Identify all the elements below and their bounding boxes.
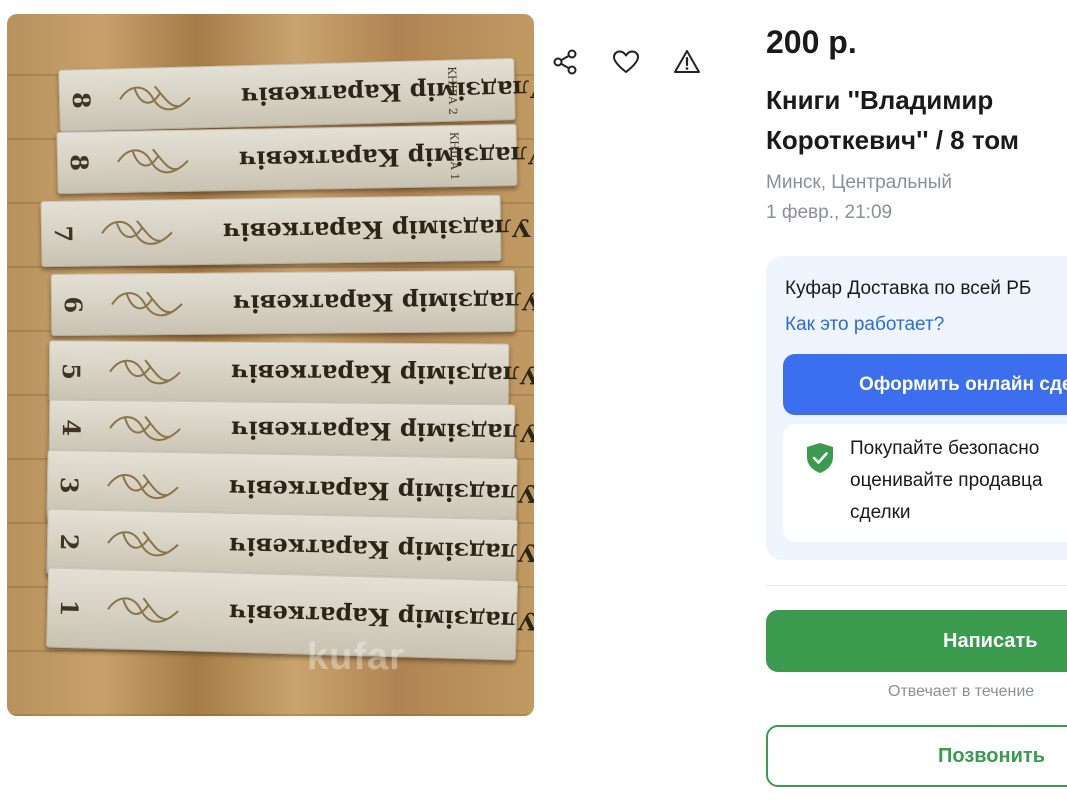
book-volume: КНІГА 2 [445,66,460,116]
listing-title-line1: Книги ''Владимир [766,85,994,115]
book-number: 6 [58,296,88,314]
book-title: Уладзімір Караткевіч [232,286,534,319]
book-spine: 5 Уладзімір Караткевіч [48,340,534,406]
listing-title: Книги ''Владимир Короткевич'' / 8 том [766,80,1067,160]
share-icon [553,49,577,75]
delivery-text: Куфар Доставка по всей РБ [785,278,1032,299]
watermark: kufar [307,636,405,678]
ornament-icon [107,531,179,557]
book-number: 4 [56,419,86,437]
book-title: Уладзімір Караткевіч [240,74,534,112]
delivery-card: Куфар Доставка по всей РБ Как это работа… [766,256,1067,560]
book-title: Уладзімір Караткевіч [230,358,534,390]
book-number: 8 [66,91,97,110]
warning-icon [674,50,700,73]
ornament-icon [111,291,183,317]
book-number: 3 [54,476,85,494]
book-title: Уладзімір Караткевіч [238,140,534,175]
how-it-works-link[interactable]: Как это работает? [785,314,944,336]
ornament-icon [107,597,179,623]
safe-deal-card: Покупайте безопасно оценивайте продавца … [783,424,1067,542]
safe-deal-line1: Покупайте безопасно [850,438,1040,459]
book-number: 5 [56,363,86,381]
book-title: Уладзімір Караткевіч [222,213,532,247]
book-number: 2 [54,533,85,551]
ornament-icon [109,359,181,385]
safe-deal-line3: сделки [850,502,911,523]
listing-title-line2: Короткевич'' / 8 том [766,125,1020,155]
listing-photo[interactable]: 8 Уладзімір Караткевіч КНІГА 2 8 Уладзім… [7,14,534,716]
report-button[interactable] [661,36,713,88]
listing-date: 1 февр., 21:09 [766,202,893,223]
ornament-icon [101,220,173,245]
share-button[interactable] [539,36,591,88]
book-spine: 8 Уладзімір Караткевіч КНІГА 2 [58,58,534,132]
heart-icon [613,50,639,73]
ornament-icon [109,415,181,441]
book-title: Уладзімір Караткевіч [230,415,534,448]
book-number: 1 [54,599,85,617]
order-online-button[interactable]: Оформить онлайн сделку [783,354,1067,415]
safe-deal-line2: оценивайте продавца [850,470,1043,491]
book-title: Уладзімір Караткевіч [228,531,534,568]
book-spine: 1 Уладзімір Караткевіч [45,567,534,661]
reply-time-note: Отвечает в течение [888,683,1035,700]
book-title: Уладзімір Караткевіч [228,598,534,637]
book-spine: 8 Уладзімір Караткевіч КНІГА 1 [56,123,534,195]
shield-icon [807,443,833,473]
ornament-icon [119,85,191,111]
call-button[interactable]: Позвонить [766,725,1067,787]
write-message-button[interactable]: Написать [766,610,1067,672]
book-spine: 7 Уладзімір Караткевіч [40,194,531,268]
listing-info-panel: 200 р. Книги ''Владимир Короткевич'' / 8… [766,0,1067,800]
favorite-button[interactable] [600,36,652,88]
book-number: 8 [64,154,95,172]
ornament-icon [117,148,189,174]
book-volume: КНІГА 1 [447,131,462,181]
book-title: Уладзімір Караткевіч [228,474,534,509]
divider [766,585,1067,586]
ornament-icon [107,473,179,500]
book-number: 7 [48,225,78,243]
location: Минск, Центральный [766,172,953,193]
book-spine: 6 Уладзімір Караткевіч [50,269,534,337]
price: 200 р. [766,24,857,60]
